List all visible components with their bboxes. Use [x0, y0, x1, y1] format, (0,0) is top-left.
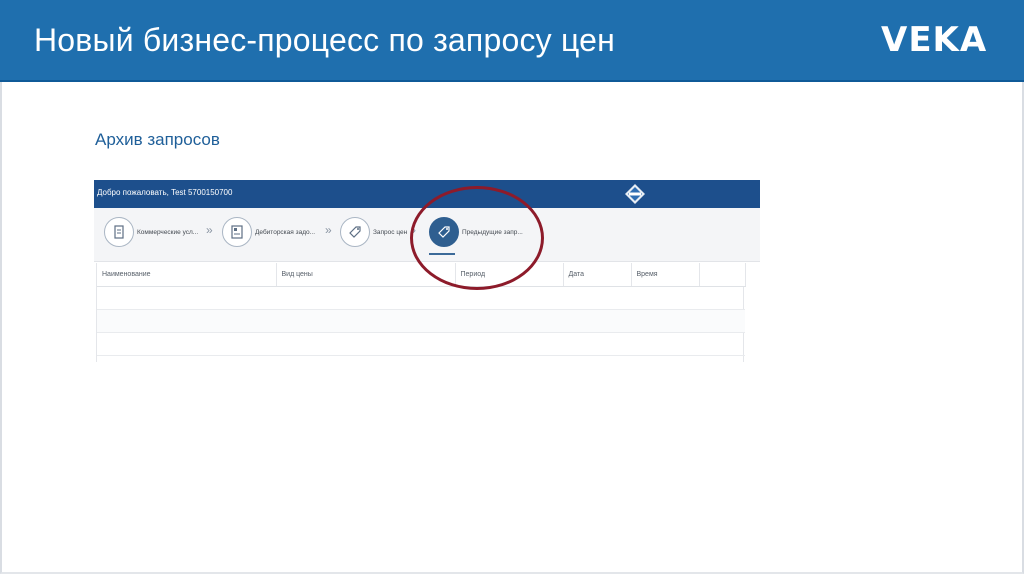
price-tag-icon [340, 217, 370, 247]
document-icon [104, 217, 134, 247]
table-row[interactable] [97, 332, 745, 356]
column-header-time[interactable]: Время [631, 263, 700, 287]
column-header-extra [699, 263, 746, 287]
chevron-double-icon: » [206, 223, 213, 237]
section-subtitle: Архив запросов [95, 130, 220, 149]
column-header-name[interactable]: Наименование [97, 263, 277, 287]
step-label: Запрос цен [373, 229, 408, 236]
veka-diamond-icon[interactable] [624, 183, 646, 205]
slide-title: Новый бизнес-процесс по запросу цен [34, 22, 615, 58]
table-row[interactable] [97, 309, 745, 333]
highlight-ring-annotation [410, 186, 544, 290]
table-row[interactable] [97, 286, 745, 310]
chevron-double-icon: » [325, 223, 332, 237]
step-label: Дебиторская задо... [255, 229, 316, 236]
column-header-date[interactable]: Дата [563, 263, 632, 287]
veka-logo: VEKA [881, 20, 988, 60]
requests-table: Наименование Вид цены Период Дата Время [96, 263, 746, 362]
welcome-text: Добро пожаловать, Test 5700150700 [97, 188, 233, 197]
ledger-icon [222, 217, 252, 247]
step-label: Коммерческие усл... [137, 229, 199, 236]
slide-header: Новый бизнес-процесс по запросу цен VEKA [0, 0, 1024, 82]
